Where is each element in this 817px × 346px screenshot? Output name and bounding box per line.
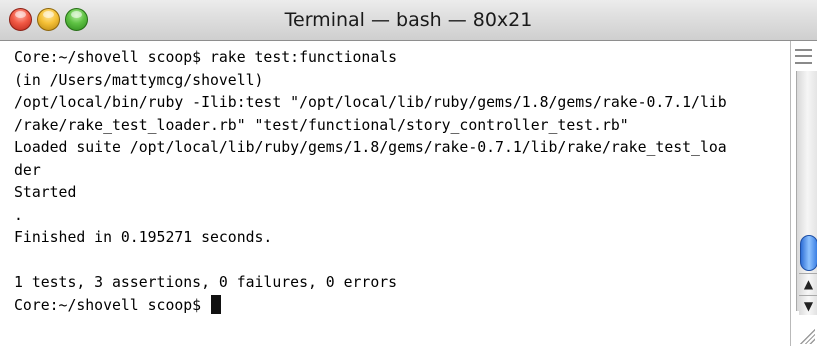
scroll-down-arrow-icon[interactable]: ▼	[799, 295, 817, 315]
terminal-line: der	[14, 161, 41, 179]
window-title: Terminal — bash — 80x21	[284, 9, 533, 31]
terminal-line: (in /Users/mattymcg/shovell)	[14, 71, 264, 89]
split-pane-icon[interactable]	[795, 49, 812, 64]
terminal-line: 1 tests, 3 assertions, 0 failures, 0 err…	[14, 274, 398, 291]
vertical-scrollbar[interactable]: ▲ ▼	[790, 41, 817, 346]
terminal-line: .	[14, 206, 23, 224]
terminal-line: Finished in 0.195271 seconds.	[14, 229, 273, 246]
terminal-output[interactable]: Core:~/shovell scoop$ rake test:function…	[0, 41, 790, 346]
terminal-line: Loaded suite /opt/local/lib/ruby/gems/1.…	[14, 139, 727, 156]
terminal-line: /opt/local/bin/ruby -Ilib:test "/opt/loc…	[14, 94, 727, 111]
scroll-thumb[interactable]	[800, 235, 817, 271]
terminal-line: Core:~/shovell scoop$ rake test:function…	[14, 49, 398, 66]
title-bar[interactable]: Terminal — bash — 80x21	[0, 0, 817, 41]
terminal-line: /rake/rake_test_loader.rb" "test/functio…	[14, 116, 629, 134]
scroll-up-arrow-icon[interactable]: ▲	[799, 273, 817, 293]
resize-grip-icon[interactable]	[797, 326, 815, 344]
terminal-window: Terminal — bash — 80x21 Core:~/shovell s…	[0, 0, 817, 346]
text-cursor	[211, 294, 221, 314]
terminal-line: Started	[14, 184, 77, 201]
prompt-line[interactable]: Core:~/shovell scoop$	[14, 294, 790, 318]
shell-prompt: Core:~/shovell scoop$	[14, 296, 210, 314]
